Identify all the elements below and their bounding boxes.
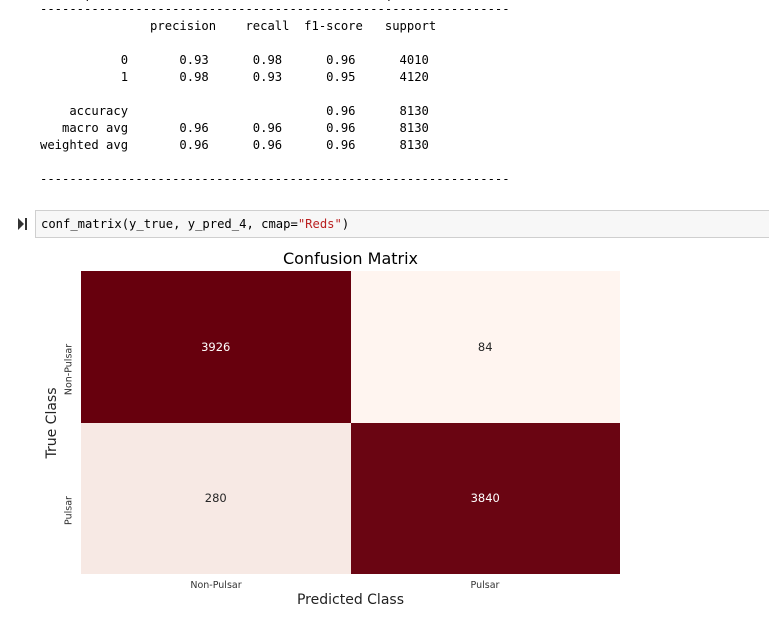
run-cell-icon[interactable] <box>18 218 28 230</box>
y-tick-label-pulsar: Pulsar <box>63 496 75 525</box>
classification-report: [ ] , ----------------------------------… <box>40 0 510 188</box>
heatmap-grid: 3926 84 280 3840 <box>81 271 620 574</box>
x-tick-label-nonpulsar: Non-Pulsar <box>190 580 242 591</box>
code-input[interactable]: conf_matrix(y_true, y_pred_4, cmap="Reds… <box>35 210 769 238</box>
y-axis-label: True Class <box>44 387 60 459</box>
x-axis-label: Predicted Class <box>296 592 404 608</box>
report-weighted-avg: weighted avg 0.96 0.96 0.96 8130 <box>40 138 429 152</box>
report-accuracy: accuracy 0.96 8130 <box>40 104 429 118</box>
report-header: precision recall f1-score support <box>40 19 437 33</box>
report-divider-top: ----------------------------------------… <box>40 2 510 16</box>
heatmap-cell-true-pulsar-pred-nonpulsar: 280 <box>81 422 351 574</box>
code-cell: conf_matrix(y_true, y_pred_4, cmap="Reds… <box>0 209 769 239</box>
x-tick-label-pulsar: Pulsar <box>470 580 500 591</box>
code-close-paren: ) <box>341 217 350 231</box>
heatmap-cell-true-nonpulsar-pred-nonpulsar: 3926 <box>81 271 351 423</box>
heatmap-cell-true-pulsar-pred-pulsar: 3840 <box>350 422 620 574</box>
y-tick-label-nonpulsar: Non-Pulsar <box>63 343 75 396</box>
report-blank <box>40 35 510 52</box>
report-divider-bottom: ----------------------------------------… <box>40 172 510 186</box>
heatmap-cell-true-nonpulsar-pred-pulsar: 84 <box>350 271 620 423</box>
report-blank <box>40 154 510 171</box>
report-blank <box>40 86 510 103</box>
report-row-0: 0 0.93 0.98 0.96 4010 <box>40 53 429 67</box>
chart-title: Confusion Matrix <box>282 249 419 268</box>
report-macro-avg: macro avg 0.96 0.96 0.96 8130 <box>40 121 429 135</box>
code-string: "Reds" <box>297 217 342 231</box>
code-text: conf_matrix(y_true, y_pred_4, cmap= <box>41 217 298 231</box>
report-row-1: 1 0.98 0.93 0.95 4120 <box>40 70 429 84</box>
